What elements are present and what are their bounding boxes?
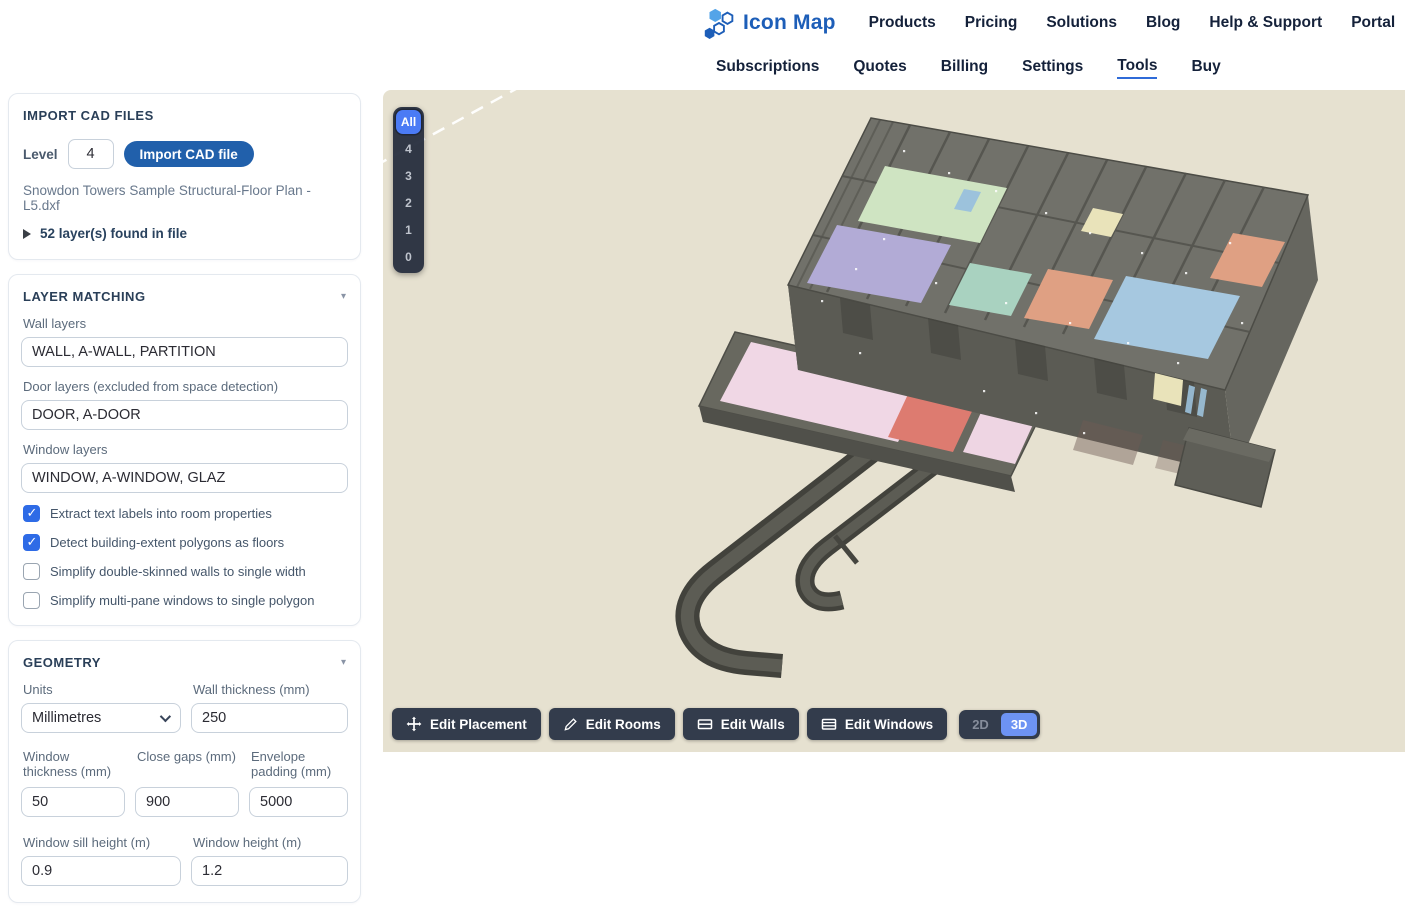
close-gaps-label: Close gaps (mm) [137, 749, 237, 781]
door-layers-input[interactable] [21, 400, 348, 430]
primary-nav: Icon Map Products Pricing Solutions Blog… [703, 0, 1395, 46]
level-3-button[interactable]: 3 [396, 164, 421, 188]
expand-arrow-icon [23, 229, 31, 239]
tab-settings[interactable]: Settings [1022, 58, 1083, 78]
nav-help-support[interactable]: Help & Support [1209, 14, 1322, 32]
simplify-windows-label: Simplify multi-pane windows to single po… [50, 593, 314, 608]
window-sill-height-input[interactable] [21, 856, 181, 886]
move-icon [406, 716, 422, 732]
wall-thickness-label: Wall thickness (mm) [193, 682, 346, 697]
layers-found-text: 52 layer(s) found in file [40, 226, 187, 241]
layer-matching-title: LAYER MATCHING [23, 289, 146, 304]
app-logo[interactable]: Icon Map [703, 7, 836, 39]
units-selected-value: Millimetres [32, 710, 101, 726]
secondary-nav: Subscriptions Quotes Billing Settings To… [716, 46, 1221, 90]
close-gaps-input[interactable] [135, 787, 239, 817]
logo-hexagons-icon [703, 7, 735, 39]
level-2-button[interactable]: 2 [396, 191, 421, 215]
sidebar: IMPORT CAD FILES Level Import CAD file S… [8, 93, 361, 917]
nav-solutions[interactable]: Solutions [1046, 14, 1117, 32]
window-sill-height-label: Window sill height (m) [23, 835, 179, 850]
right-block [1175, 428, 1275, 507]
window-height-label: Window height (m) [193, 835, 346, 850]
detect-extent-checkbox[interactable] [23, 534, 40, 551]
window-icon [821, 716, 837, 732]
collapse-caret-icon[interactable]: ▾ [341, 292, 346, 302]
pencil-icon [563, 717, 578, 732]
wall-thickness-input[interactable] [191, 703, 348, 733]
level-4-button[interactable]: 4 [396, 137, 421, 161]
extract-text-checkbox[interactable] [23, 505, 40, 522]
building-3d-model [383, 90, 1405, 752]
level-label: Level [23, 147, 58, 162]
import-panel-title: IMPORT CAD FILES [23, 108, 154, 123]
chevron-down-icon [160, 711, 171, 722]
window-layers-label: Window layers [23, 442, 346, 457]
checkbox-row-simplify-windows: Simplify multi-pane windows to single po… [21, 592, 348, 609]
nav-products[interactable]: Products [869, 14, 936, 32]
edit-windows-label: Edit Windows [845, 717, 933, 732]
wall-layers-label: Wall layers [23, 316, 346, 331]
viewport-toolbar: Edit Placement Edit Rooms Edit Walls Edi… [392, 708, 1040, 740]
simplify-walls-checkbox[interactable] [23, 563, 40, 580]
layer-matching-panel: LAYER MATCHING ▾ Wall layers Door layers… [8, 274, 361, 626]
wall-layers-input[interactable] [21, 337, 348, 367]
edit-walls-label: Edit Walls [721, 717, 785, 732]
import-cad-file-button[interactable]: Import CAD file [124, 141, 254, 167]
tab-subscriptions[interactable]: Subscriptions [716, 58, 819, 78]
nav-blog[interactable]: Blog [1146, 14, 1180, 32]
nav-pricing[interactable]: Pricing [965, 14, 1018, 32]
edit-placement-label: Edit Placement [430, 717, 527, 732]
edit-windows-button[interactable]: Edit Windows [807, 708, 947, 740]
import-cad-panel: IMPORT CAD FILES Level Import CAD file S… [8, 93, 361, 260]
edit-placement-button[interactable]: Edit Placement [392, 708, 541, 740]
edit-walls-button[interactable]: Edit Walls [683, 708, 799, 740]
level-0-button[interactable]: 0 [396, 245, 421, 269]
ramp-curves [687, 442, 943, 666]
envelope-padding-input[interactable] [249, 787, 348, 817]
envelope-padding-label: Envelope padding (mm) [251, 749, 346, 781]
geometry-title: GEOMETRY [23, 655, 101, 670]
geometry-panel: GEOMETRY ▾ Units Millimetres Wall thickn… [8, 640, 361, 903]
simplify-windows-checkbox[interactable] [23, 592, 40, 609]
level-selector: All 4 3 2 1 0 [393, 107, 424, 273]
view-mode-toggle: 2D 3D [959, 710, 1040, 739]
level-1-button[interactable]: 1 [396, 218, 421, 242]
nav-portal[interactable]: Portal [1351, 14, 1395, 32]
level-all-button[interactable]: All [396, 110, 421, 134]
window-thickness-label: Window thickness (mm) [23, 749, 123, 781]
edit-rooms-label: Edit Rooms [586, 717, 661, 732]
tab-tools[interactable]: Tools [1117, 57, 1157, 79]
tab-buy[interactable]: Buy [1191, 58, 1220, 78]
wall-icon [697, 716, 713, 732]
units-label: Units [23, 682, 179, 697]
window-layers-input[interactable] [21, 463, 348, 493]
detect-extent-label: Detect building-extent polygons as floor… [50, 535, 284, 550]
imported-filename: Snowdon Towers Sample Structural-Floor P… [23, 183, 346, 213]
window-thickness-input[interactable] [21, 787, 125, 817]
tab-quotes[interactable]: Quotes [853, 58, 906, 78]
units-select[interactable]: Millimetres [21, 703, 181, 733]
brand-name: Icon Map [743, 11, 836, 35]
view-2d-button[interactable]: 2D [962, 713, 999, 736]
view-3d-button[interactable]: 3D [1001, 713, 1038, 736]
map-viewport[interactable]: All 4 3 2 1 0 Edit Placement Edit Rooms [383, 90, 1405, 752]
door-layers-label: Door layers (excluded from space detecti… [23, 379, 346, 394]
extract-text-label: Extract text labels into room properties [50, 506, 272, 521]
level-input[interactable] [68, 139, 114, 169]
simplify-walls-label: Simplify double-skinned walls to single … [50, 564, 306, 579]
checkbox-row-extract-text: Extract text labels into room properties [21, 505, 348, 522]
window-height-input[interactable] [191, 856, 348, 886]
collapse-caret-icon[interactable]: ▾ [341, 658, 346, 668]
top-navigation: Icon Map Products Pricing Solutions Blog… [0, 0, 1405, 90]
edit-rooms-button[interactable]: Edit Rooms [549, 708, 675, 740]
checkbox-row-detect-extent: Detect building-extent polygons as floor… [21, 534, 348, 551]
layers-found-disclosure[interactable]: 52 layer(s) found in file [23, 226, 346, 241]
checkbox-row-simplify-walls: Simplify double-skinned walls to single … [21, 563, 348, 580]
tab-billing[interactable]: Billing [941, 58, 988, 78]
